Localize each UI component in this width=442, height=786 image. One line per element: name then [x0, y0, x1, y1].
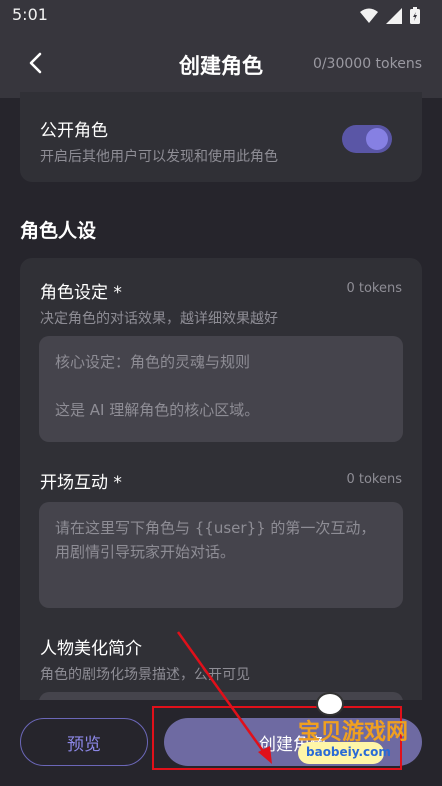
preview-button[interactable]: 预览 [20, 718, 148, 766]
intro-description: 角色的剧场化场景描述，公开可见 [40, 667, 250, 683]
status-icons [360, 7, 420, 24]
watermark-logo: 宝贝游戏网 baobeiy.com [298, 692, 418, 772]
public-role-toggle[interactable] [342, 125, 392, 153]
role-setting-placeholder-1: 核心设定：角色的灵魂与规则 [55, 353, 251, 371]
opening-label: 开场互动 * [40, 473, 122, 493]
mascot-icon [316, 692, 344, 716]
watermark-url: baobeiy.com [306, 745, 391, 759]
persona-card: 角色设定 * 0 tokens 决定角色的对话效果，越详细效果越好 核心设定：角… [20, 258, 422, 752]
app-header: 创建角色 0/30000 tokens [0, 30, 442, 98]
signal-icon [386, 7, 402, 24]
opening-tokens: 0 tokens [346, 472, 402, 487]
opening-placeholder-1: 请在这里写下角色与 {{user}} 的第一次互动， [55, 519, 376, 537]
role-setting-tokens: 0 tokens [346, 281, 402, 296]
battery-icon [410, 7, 420, 24]
role-setting-description: 决定角色的对话效果，越详细效果越好 [40, 311, 278, 327]
opening-placeholder-2: 用剧情引导玩家开始对话。 [55, 543, 236, 561]
role-setting-placeholder-2: 这是 AI 理解角色的核心区域。 [55, 401, 260, 419]
role-setting-input[interactable]: 核心设定：角色的灵魂与规则 这是 AI 理解角色的核心区域。 [39, 336, 403, 442]
toggle-knob [366, 128, 388, 150]
status-time: 5:01 [12, 5, 48, 24]
section-title-persona: 角色人设 [20, 220, 97, 242]
wifi-icon [360, 8, 378, 23]
public-role-description: 开启后其他用户可以发现和使用此角色 [40, 149, 278, 165]
role-setting-label: 角色设定 * [40, 283, 122, 303]
public-role-title: 公开角色 [40, 121, 108, 141]
intro-label: 人物美化简介 [40, 639, 142, 659]
status-bar: 5:01 [0, 0, 442, 30]
total-token-count: 0/30000 tokens [312, 56, 422, 72]
public-role-card: 公开角色 开启后其他用户可以发现和使用此角色 [20, 92, 422, 182]
opening-input[interactable]: 请在这里写下角色与 {{user}} 的第一次互动， 用剧情引导玩家开始对话。 [39, 502, 403, 608]
